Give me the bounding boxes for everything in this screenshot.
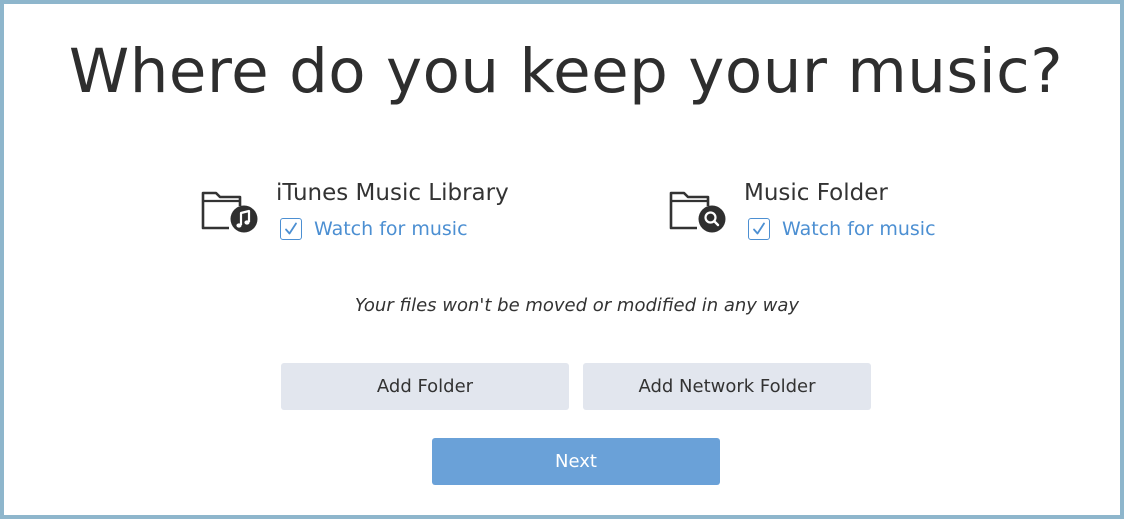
next-button[interactable]: Next: [432, 438, 720, 485]
page-title: Where do you keep your music?: [68, 36, 1064, 107]
info-note: Your files won't be moved or modified in…: [354, 295, 800, 316]
source-name-itunes: iTunes Music Library: [276, 180, 509, 206]
checkmark-icon: [285, 222, 297, 235]
checkmark-icon: [753, 222, 765, 235]
folder-music-note-icon: [201, 191, 258, 233]
folder-search-icon: [669, 191, 726, 233]
add-folder-button[interactable]: Add Folder: [281, 363, 569, 410]
watch-label-itunes[interactable]: Watch for music: [314, 216, 468, 242]
source-name-music-folder: Music Folder: [744, 180, 888, 206]
add-network-folder-button[interactable]: Add Network Folder: [583, 363, 871, 410]
watch-checkbox-itunes[interactable]: [280, 218, 302, 240]
watch-checkbox-music-folder[interactable]: [748, 218, 770, 240]
watch-label-music-folder[interactable]: Watch for music: [782, 216, 936, 242]
setup-dialog: Where do you keep your music? iTunes Mus…: [0, 0, 1124, 519]
